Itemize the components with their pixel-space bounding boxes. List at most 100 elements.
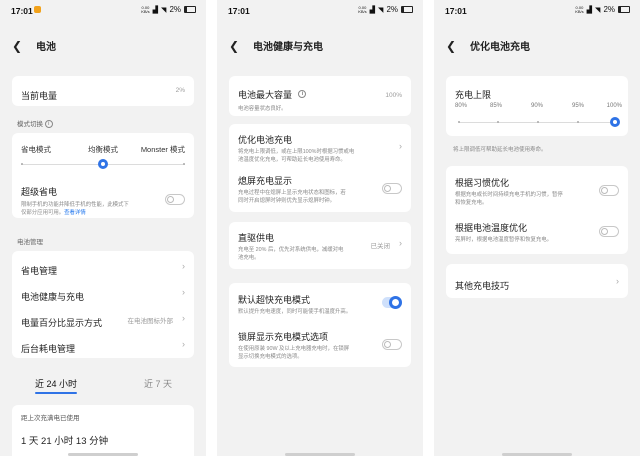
slider-dot: [497, 121, 499, 123]
lock-screen-mode-toggle[interactable]: [382, 339, 402, 350]
slider-dot: [183, 163, 185, 165]
lock-screen-mode-desc: 在使用原装 90W 及以上充电器充电时，在锁屏 显示切换充电模式的选项。: [238, 346, 350, 360]
screen-off-charging-desc: 充电过程中在熄屏上显示充电状态和图标，若 同时开启熄屏时钟则优先显示熄屏时钟。: [238, 190, 346, 204]
mode-section-title: 模式切换 i: [17, 118, 53, 129]
page-header: ❮ 电池健康与充电: [229, 38, 323, 54]
limit-tick-95: 95%: [572, 103, 585, 109]
mode-slider-thumb[interactable]: [98, 159, 108, 169]
fast-charge-desc: 默认提升充电速度，同时可能使手机温度升高。: [238, 309, 352, 315]
chevron-right-icon: ›: [399, 141, 402, 151]
network-speed: 0.00 KB/s: [141, 4, 150, 14]
fast-charge-toggle[interactable]: [382, 296, 402, 309]
chevron-right-icon: ›: [182, 339, 185, 349]
info-icon[interactable]: i: [44, 120, 53, 129]
chevron-right-icon: ›: [616, 276, 619, 286]
status-right: 0.00 KB/s ▟ ◥ 2%: [575, 5, 630, 14]
current-charge-value: 2%: [175, 87, 185, 94]
charge-limit-note: 将上限调低可帮助延长电池使用寿命。: [453, 147, 547, 153]
super-saver-desc: 限制手机的功能并降低手机的性能，此模式下 仅部分应用可用。查看详情: [21, 202, 129, 216]
page-header: ❮ 优化电池充电: [446, 38, 530, 54]
super-saver-label: 超级省电: [21, 187, 58, 197]
page-title: 优化电池充电: [470, 42, 530, 53]
signal-icon: ▟: [369, 6, 376, 14]
notification-badge-icon: [34, 6, 41, 13]
status-bar: 17:01 0.00 KB/s ▟ ◥ 2%: [434, 0, 640, 20]
temp-optimize-desc: 亮屏时，根据电池温度暂停和恢复充电。: [455, 237, 553, 243]
max-capacity-desc: 电池容量状态良好。: [238, 106, 287, 112]
max-capacity-value: 100%: [385, 92, 402, 99]
battery-icon: [401, 6, 413, 13]
status-time: 17:01: [445, 6, 467, 16]
since-charge-value: 1 天 21 小时 13 分钟: [21, 436, 109, 447]
status-right: 0.00 KB/s ▟ ◥ 2%: [358, 5, 413, 14]
slider-dot: [21, 163, 23, 165]
list-item-background-power[interactable]: 后台耗电管理 ›: [21, 339, 185, 357]
temp-optimize-toggle[interactable]: [599, 226, 619, 237]
fast-charge-card: 默认超快充电模式 默认提升充电速度，同时可能使手机温度升高。 锁屏显示充电模式选…: [229, 283, 411, 367]
page-title: 电池健康与充电: [253, 42, 323, 53]
battery-percent: 2%: [386, 5, 398, 14]
chevron-right-icon: ›: [399, 238, 402, 248]
battery-icon: [618, 6, 630, 13]
back-arrow-icon[interactable]: ❮: [229, 39, 247, 53]
network-speed: 0.00 KB/s: [358, 4, 367, 14]
network-speed: 0.00 KB/s: [575, 4, 584, 14]
tab-7d[interactable]: 近 7 天: [144, 377, 172, 390]
signal-icon: ▟: [586, 6, 593, 14]
habit-optimize-desc: 根据充电或长时间持续充电手机的习惯，暂停 和恢复充电。: [455, 192, 563, 206]
percentage-display-value: 在电池图标外部: [127, 318, 174, 325]
wifi-icon: ◥: [595, 6, 601, 14]
management-card: 省电管理 › 电池健康与充电 › 电量百分比显示方式 在电池图标外部 › 后台耗…: [12, 251, 194, 358]
limit-tick-80: 80%: [455, 103, 468, 109]
habit-optimize-toggle[interactable]: [599, 185, 619, 196]
signal-icon: ▟: [152, 6, 159, 14]
back-arrow-icon[interactable]: ❮: [12, 39, 30, 53]
mode-option-monster[interactable]: Monster 模式: [141, 144, 185, 155]
slider-dot: [458, 121, 460, 123]
charge-limit-card: 充电上限 80% 85% 90% 95% 100%: [446, 76, 628, 136]
status-bar: 17:01 0.00 KB/s ▟ ◥ 2%: [217, 0, 423, 20]
direct-power-card: 直驱供电 充电至 20% 后，优先对系统供电，减缓对电 池充电。 已关闭 ›: [229, 222, 411, 269]
battery-percent: 2%: [603, 5, 615, 14]
direct-power-item[interactable]: 直驱供电 充电至 20% 后，优先对系统供电，减缓对电 池充电。 已关闭 ›: [238, 231, 402, 262]
phone-screen-battery: 17:01 0.00 KB/s ▟ ◥ 2% ❮ 电池 当前电量 2% 模式切换 …: [0, 0, 206, 456]
management-section-title: 电池管理: [17, 239, 43, 246]
wifi-icon: ◥: [161, 6, 167, 14]
slider-dot: [577, 121, 579, 123]
current-charge-card: 当前电量 2%: [12, 76, 194, 106]
info-icon[interactable]: i: [298, 89, 307, 98]
page-title: 电池: [36, 42, 56, 53]
page-header: ❮ 电池: [12, 38, 56, 54]
status-time: 17:01: [228, 6, 250, 16]
optimization-card: 根据习惯优化 根据充电或长时间持续充电手机的习惯，暂停 和恢复充电。 根据电池温度…: [446, 166, 628, 254]
battery-icon: [184, 6, 196, 13]
screen-off-charging-label: 熄屏充电显示: [238, 176, 293, 186]
super-saver-toggle[interactable]: [165, 194, 185, 205]
temp-optimize-label: 根据电池温度优化: [455, 223, 528, 233]
screen-off-charging-toggle[interactable]: [382, 183, 402, 194]
list-item-power-saving[interactable]: 省电管理 ›: [21, 261, 185, 279]
mode-option-saver[interactable]: 省电模式: [21, 144, 51, 155]
battery-percent: 2%: [169, 5, 181, 14]
limit-tick-100: 100%: [606, 103, 622, 109]
usage-since-card: 距上次充满电已使用 1 天 21 小时 13 分钟: [12, 405, 194, 456]
tips-card[interactable]: 其他充电技巧 ›: [446, 264, 628, 298]
mode-option-balanced[interactable]: 均衡模式: [88, 144, 118, 155]
back-arrow-icon[interactable]: ❮: [446, 39, 464, 53]
details-link[interactable]: 查看详情: [64, 210, 86, 216]
chevron-right-icon: ›: [182, 313, 185, 323]
list-item-battery-health[interactable]: 电池健康与充电 ›: [21, 287, 185, 305]
tips-label: 其他充电技巧: [455, 281, 510, 291]
phone-screen-battery-health: 17:01 0.00 KB/s ▟ ◥ 2% ❮ 电池健康与充电 电池最大容量 i…: [217, 0, 423, 456]
charge-limit-label: 充电上限: [455, 90, 492, 100]
since-charge-label: 距上次充满电已使用: [21, 415, 80, 422]
optimize-charging-item[interactable]: 优化电池充电 将充电上限调低，或在上限100%时根据习惯或电 池温度优化充电，可帮…: [238, 133, 402, 164]
status-right: 0.00 KB/s ▟ ◥ 2%: [141, 5, 196, 14]
mode-card: 省电模式 均衡模式 Monster 模式 超级省电 限制手机的功能并降低手机的性…: [12, 133, 194, 218]
charge-limit-thumb[interactable]: [610, 117, 620, 127]
limit-tick-90: 90%: [531, 103, 544, 109]
tab-24h[interactable]: 近 24 小时: [35, 377, 78, 394]
habit-optimize-label: 根据习惯优化: [455, 178, 510, 188]
list-item-percentage-display[interactable]: 电量百分比显示方式 在电池图标外部 ›: [21, 313, 185, 331]
limit-tick-85: 85%: [490, 103, 503, 109]
